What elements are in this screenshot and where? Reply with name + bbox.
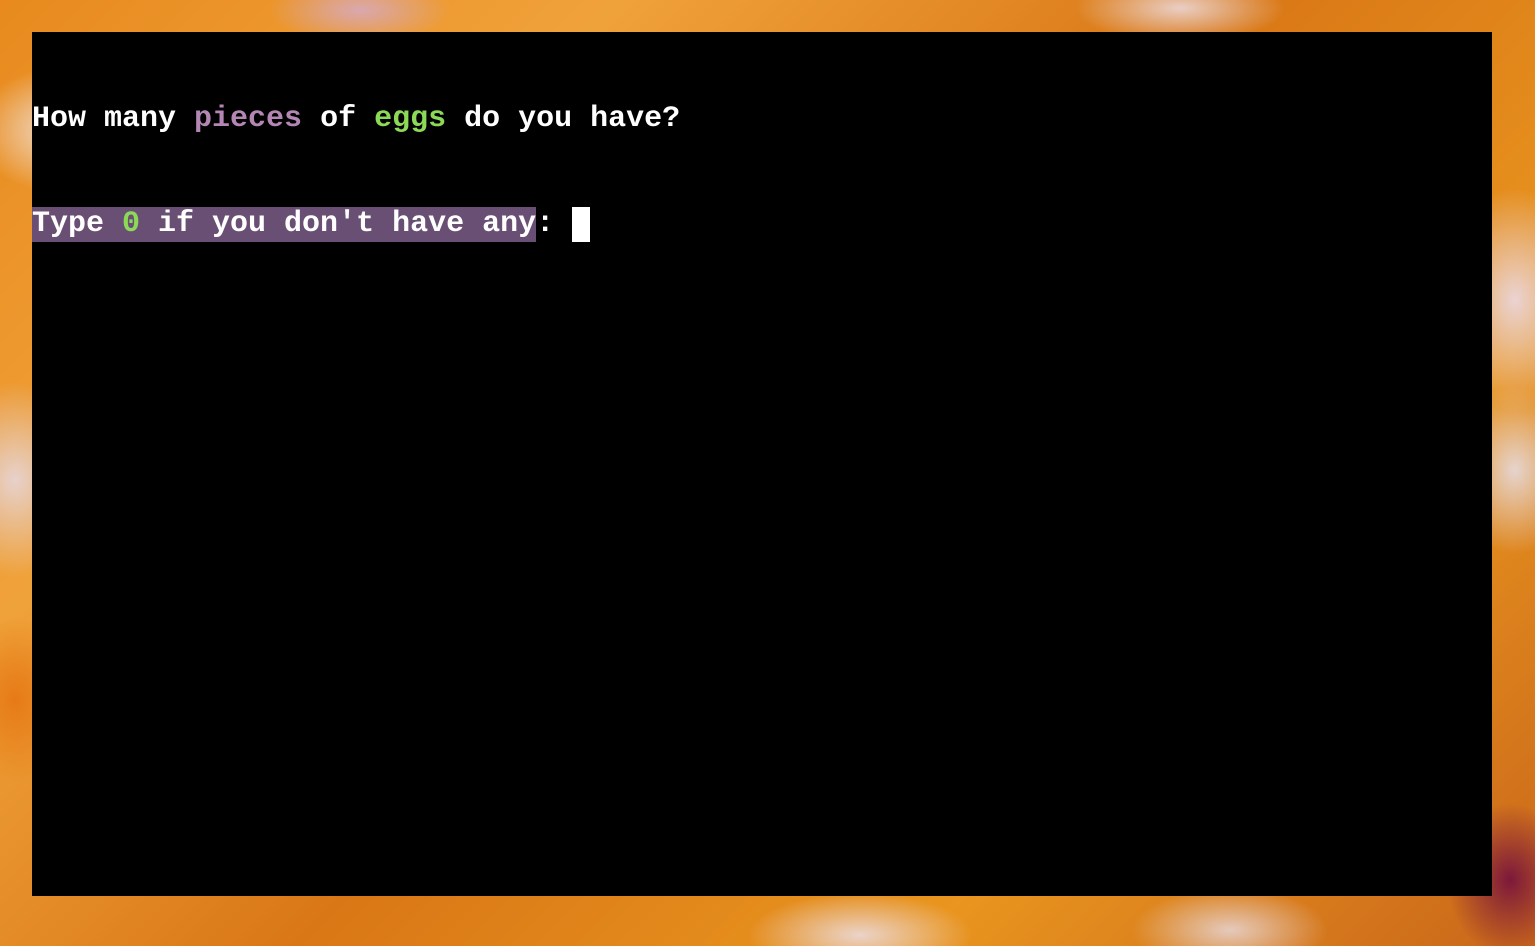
ingredient-word: eggs (374, 102, 447, 136)
prompt-question-line: How many pieces of eggs do you have? (32, 102, 1492, 137)
question-text-end: do you have? (446, 102, 681, 136)
text-cursor[interactable] (572, 207, 591, 242)
prompt-colon: : (536, 207, 573, 241)
question-text-start: How many (32, 102, 195, 136)
unit-word: pieces (194, 102, 303, 136)
zero-value: 0 (122, 207, 141, 241)
desktop-background: { "terminal": { "line1": { "part1": "How… (0, 0, 1535, 946)
question-text-middle: of (302, 102, 375, 136)
instruction-text-end: if you don't have any (140, 207, 537, 241)
terminal-window[interactable]: How many pieces of eggs do you have? Typ… (32, 32, 1492, 896)
selected-instruction-text: Type 0 if you don't have any (32, 207, 537, 242)
prompt-instruction-line: Type 0 if you don't have any: (32, 207, 1492, 242)
instruction-text-start: Type (32, 207, 123, 241)
